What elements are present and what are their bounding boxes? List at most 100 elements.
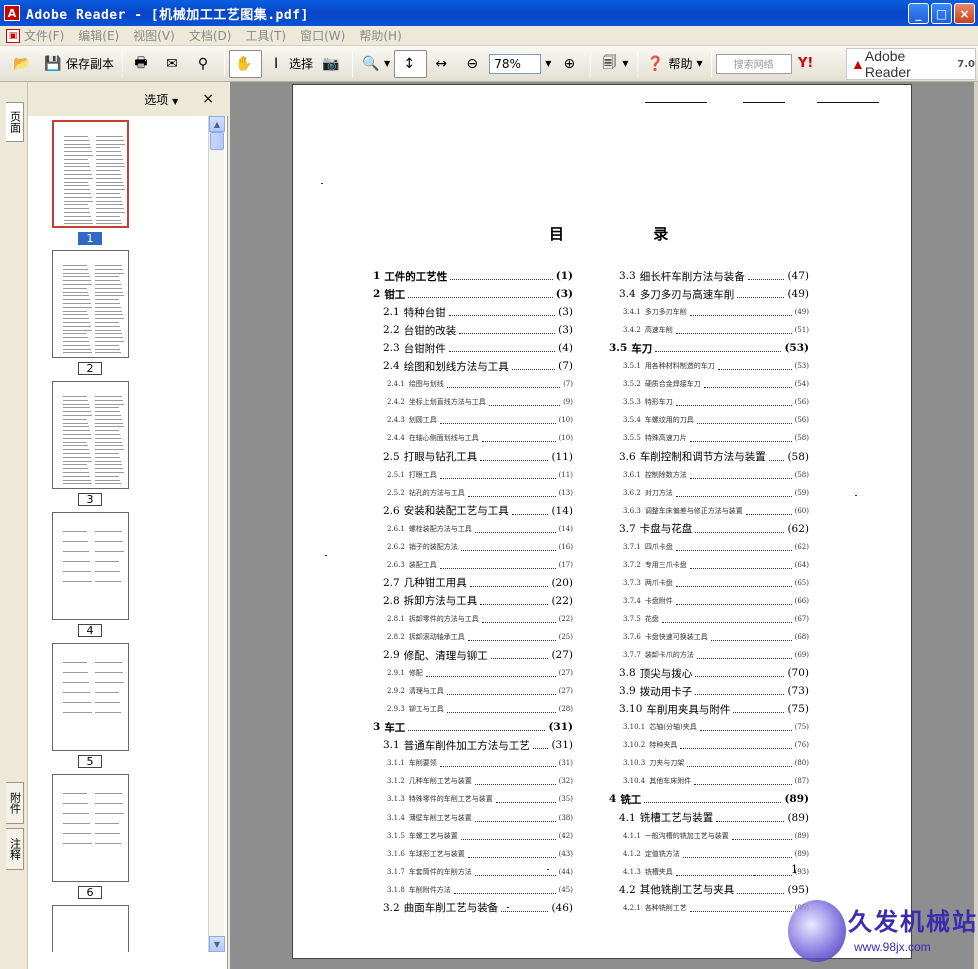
menu-view[interactable]: 视图(V) — [133, 27, 175, 44]
toc-entry[interactable]: 3.9 拨动用卡子 (73) — [619, 684, 809, 698]
zoom-in-tool-button[interactable]: 🔍 ▼ — [357, 50, 394, 78]
toc-entry[interactable]: 3.1.1 车削要领 (31) — [387, 756, 573, 770]
tab-attachments[interactable]: 附件 — [6, 782, 24, 824]
help-button[interactable]: ❓ 帮助 ▼ — [642, 50, 707, 78]
toc-entry[interactable]: 3.4.1 多刀多刃车削 (49) — [623, 305, 809, 319]
menu-window[interactable]: 窗口(W) — [300, 27, 345, 44]
page-thumbnail[interactable] — [52, 512, 129, 620]
toc-entry[interactable]: 3.1.4 薄壁车削工艺与装置 (38) — [387, 811, 573, 825]
toc-entry[interactable]: 2.8 拆卸方法与工具 (22) — [383, 594, 573, 608]
menu-document[interactable]: 文档(D) — [189, 27, 232, 44]
page-thumbnail[interactable] — [52, 381, 129, 489]
menu-help[interactable]: 帮助(H) — [359, 27, 401, 44]
toc-entry[interactable]: 3.10 车削用夹具与附件 (75) — [619, 702, 809, 716]
page-thumbnail[interactable] — [52, 643, 129, 751]
toc-entry[interactable]: 2.6.3 装配工具 (17) — [387, 558, 573, 572]
fit-width-button[interactable]: ↔ — [427, 50, 458, 78]
toc-entry[interactable]: 3.1.5 车螺工艺与装置 (42) — [387, 829, 573, 843]
toc-entry[interactable]: 3.10.1 芯轴(分轴)夹具 (75) — [623, 720, 809, 734]
toc-entry[interactable]: 3.7.6 卡盘快速可换装工具 (68) — [623, 630, 809, 644]
toc-entry[interactable]: 2 钳工 (3) — [373, 287, 573, 301]
toc-entry[interactable]: 2.6.2 销子的装配方法 (16) — [387, 540, 573, 554]
toc-entry[interactable]: 2.4.1 绘图与划线 (7) — [387, 377, 573, 391]
page-layout-button[interactable]: 🗐 ▼ — [595, 50, 632, 78]
toc-entry[interactable]: 2.4.3 划圆工具 (10) — [387, 413, 573, 427]
toc-entry[interactable]: 2.5.1 打眼工具 (11) — [387, 468, 573, 482]
toc-entry[interactable]: 3.10.2 特种夹具 (76) — [623, 738, 809, 752]
toc-entry[interactable]: 3.7.7 装卸卡爪的方法 (69) — [623, 648, 809, 662]
zoom-level-input[interactable]: 78% — [489, 53, 542, 74]
scrollbar-thumb[interactable] — [210, 132, 224, 150]
toc-entry[interactable]: 3.4.2 高速车削 (51) — [623, 323, 809, 337]
toc-entry[interactable]: 4 铣工 (89) — [609, 792, 809, 806]
toc-entry[interactable]: 3.6.1 控制除数方法 (58) — [623, 468, 809, 482]
page-number-label[interactable]: 1 — [78, 232, 102, 245]
toc-entry[interactable]: 2.6.1 螺栓装配方法与工具 (14) — [387, 522, 573, 536]
fit-page-button[interactable]: ↕ — [394, 49, 428, 78]
toc-entry[interactable]: 3.10.3 刀夹与刀架 (80) — [623, 756, 809, 770]
menu-edit[interactable]: 编辑(E) — [78, 27, 119, 44]
toc-entry[interactable]: 2.3 台钳附件 (4) — [383, 341, 573, 355]
web-search-input[interactable]: 搜索网络 — [715, 53, 792, 74]
toc-entry[interactable]: 2.4 绘图和划线方法与工具 (7) — [383, 359, 573, 373]
toc-entry[interactable]: 3.1.2 几种车削工艺与装置 (32) — [387, 774, 573, 788]
toc-entry[interactable]: 2.6 安装和装配工艺与工具 (14) — [383, 504, 573, 518]
document-view[interactable]: 目 录 1 工件的工艺性 (1) 2 钳工 (3) 2.1 特种台钳 (3) 2.2 台钳的改装 (3… — [230, 82, 978, 969]
zoom-in-button[interactable]: ⊕ — [555, 50, 586, 78]
menu-file[interactable]: ▣ 文件(F) — [6, 27, 64, 44]
menu-tools[interactable]: 工具(T) — [245, 27, 286, 44]
toc-entry[interactable]: 3.1.7 车套筒件的车削方法 (44) — [387, 865, 573, 879]
save-copy-button[interactable]: 💾 保存副本 — [39, 50, 118, 78]
zoom-out-button[interactable]: ⊖ — [458, 50, 489, 78]
toc-entry[interactable]: 2.5.2 钻孔的方法与工具 (13) — [387, 486, 573, 500]
toc-entry[interactable]: 2.4.2 坐标上划直线方法与工具 (9) — [387, 395, 573, 409]
toc-entry[interactable]: 3.3 细长杆车削方法与装备 (47) — [619, 269, 809, 283]
toc-entry[interactable]: 4.1.2 定值铣方法 (89) — [623, 847, 809, 861]
hand-tool-button[interactable]: ✋ — [229, 49, 263, 78]
toc-entry[interactable]: 3.4 多刀多刃与高速车削 (49) — [619, 287, 809, 301]
toc-entry[interactable]: 3.1.3 特殊零件的车削工艺与装置 (35) — [387, 792, 573, 806]
toc-entry[interactable]: 3.6.3 调整车床偏差与修正方法与装置 (60) — [623, 504, 809, 518]
toc-entry[interactable]: 3.5.3 特形车刀 (56) — [623, 395, 809, 409]
toc-entry[interactable]: 3.7.3 两爪卡盘 (65) — [623, 576, 809, 590]
toc-entry[interactable]: 4.2 其他铣削工艺与夹具 (95) — [619, 883, 809, 897]
page-number-label[interactable]: 2 — [78, 362, 102, 375]
toc-entry[interactable]: 3.1.8 车削附件方法 (45) — [387, 883, 573, 897]
scroll-down-button[interactable]: ▼ — [209, 936, 225, 952]
toc-entry[interactable]: 2.7 几种钳工用具 (20) — [383, 576, 573, 590]
page-thumbnail[interactable] — [52, 250, 129, 358]
toc-entry[interactable]: 2.1 特种台钳 (3) — [383, 305, 573, 319]
thumbnail-scrollbar[interactable]: ▲ ▼ — [208, 116, 225, 952]
toc-entry[interactable]: 3.6.2 对刀方法 (59) — [623, 486, 809, 500]
toc-entry[interactable]: 2.9.2 清理与工具 (27) — [387, 684, 573, 698]
toc-entry[interactable]: 4.1 铣槽工艺与装置 (89) — [619, 811, 809, 825]
tab-pages[interactable]: 页面 — [6, 102, 24, 142]
toc-entry[interactable]: 3.5.5 特殊高速刀片 (58) — [623, 431, 809, 445]
options-menu[interactable]: 选项 ▼ — [144, 91, 178, 108]
toc-entry[interactable]: 3.5 车刀 (53) — [609, 341, 809, 355]
toc-entry[interactable]: 3.7.5 花盘 (67) — [623, 612, 809, 626]
toc-entry[interactable]: 3.5.2 硬质合金焊接车刀 (54) — [623, 377, 809, 391]
close-panel-button[interactable]: × — [202, 91, 214, 107]
page-number-label[interactable]: 5 — [78, 755, 102, 768]
tab-comments[interactable]: 注释 — [6, 828, 24, 870]
toc-entry[interactable]: 3.7.4 卡盘附件 (66) — [623, 594, 809, 608]
yahoo-search-button[interactable]: Y! — [792, 50, 823, 78]
close-button[interactable]: × — [954, 3, 975, 24]
toc-entry[interactable]: 3.7.1 四爪卡盘 (62) — [623, 540, 809, 554]
search-button[interactable]: ⚲ — [189, 50, 220, 78]
toc-entry[interactable]: 2.4.4 在轴心侧面划线与工具 (10) — [387, 431, 573, 445]
toc-entry[interactable]: 3.2 曲面车削工艺与装备 (46) — [383, 901, 573, 915]
toc-entry[interactable]: 2.9.3 铆工与工具 (28) — [387, 702, 573, 716]
toc-entry[interactable]: 4.2.1各种铣削工艺(95) — [623, 901, 809, 915]
snapshot-button[interactable]: 📷 — [317, 50, 348, 78]
toc-entry[interactable]: 2.2 台钳的改装 (3) — [383, 323, 573, 337]
toc-entry[interactable]: 3.8 顶尖与拨心 (70) — [619, 666, 809, 680]
zoom-dropdown[interactable]: ▼ — [541, 50, 555, 78]
document-scrollbar[interactable] — [974, 82, 978, 969]
toc-entry[interactable]: 4.1.3 铣槽夹具 (93) — [623, 865, 809, 879]
toc-entry[interactable]: 3.1 普通车削件加工方法与工艺 (31) — [383, 738, 573, 752]
page-number-label[interactable]: 4 — [78, 624, 102, 637]
toc-entry[interactable]: 3.5.1 用各种材料制造的车刀 (53) — [623, 359, 809, 373]
page-number-label[interactable]: 3 — [78, 493, 102, 506]
